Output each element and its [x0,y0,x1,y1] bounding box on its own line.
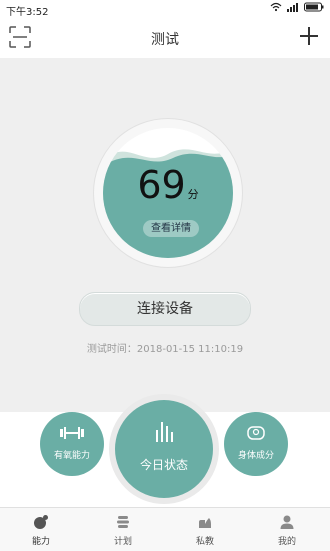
tab-ability-label: 能力 [31,537,50,547]
wifi-icon [270,2,282,12]
plan-icon [117,516,129,528]
quick-actions: 有氧能力 今日状态 身体成分 [0,400,330,507]
status-icons [270,2,324,12]
score-gauge: 69 分 查看详情 [103,128,233,258]
test-time: 测试时间：2018-01-15 11:10:19 [86,344,244,355]
aerobic-ability-label: 有氧能力 [53,451,90,461]
today-status-button[interactable]: 今日状态 [115,400,213,498]
scale-icon [247,426,265,440]
body-composition-label: 身体成分 [237,451,274,461]
score-ring: 69 分 查看详情 [93,118,243,268]
tab-plan[interactable]: 计划 [82,508,164,551]
dumbbell-icon [60,427,84,439]
signal-icon [287,3,298,12]
connect-device-button[interactable]: 连接设备 [79,292,251,326]
tab-profile[interactable]: 我的 [246,508,328,551]
tab-coach[interactable]: 私教 [164,508,246,551]
aerobic-ability-button[interactable]: 有氧能力 [40,412,104,476]
bars-icon [156,422,173,442]
page-title: 测试 [151,32,179,48]
today-status-label: 今日状态 [139,458,188,472]
coach-icon [199,518,211,528]
battery-icon [304,2,324,12]
score-number: 69 [137,163,186,207]
status-bar: 下午3:52 [0,0,330,18]
score-unit: 分 [187,188,199,201]
bottom-tab-bar: 能力 计划 私教 我的 [0,507,330,551]
profile-icon [280,515,294,529]
tab-coach-label: 私教 [195,537,214,547]
main-panel: 69 分 查看详情 连接设备 测试时间：2018-01-15 11:10:19 [0,58,330,412]
tab-ability[interactable]: 能力 [0,508,82,551]
add-icon[interactable] [296,23,322,49]
score-value: 69 分 [103,163,233,207]
tab-profile-label: 我的 [277,537,296,547]
view-details-button[interactable]: 查看详情 [143,220,199,237]
status-time: 下午3:52 [6,7,49,18]
header: 测试 [0,18,330,58]
ability-icon [34,515,48,529]
tab-plan-label: 计划 [113,537,132,547]
body-composition-button[interactable]: 身体成分 [224,412,288,476]
